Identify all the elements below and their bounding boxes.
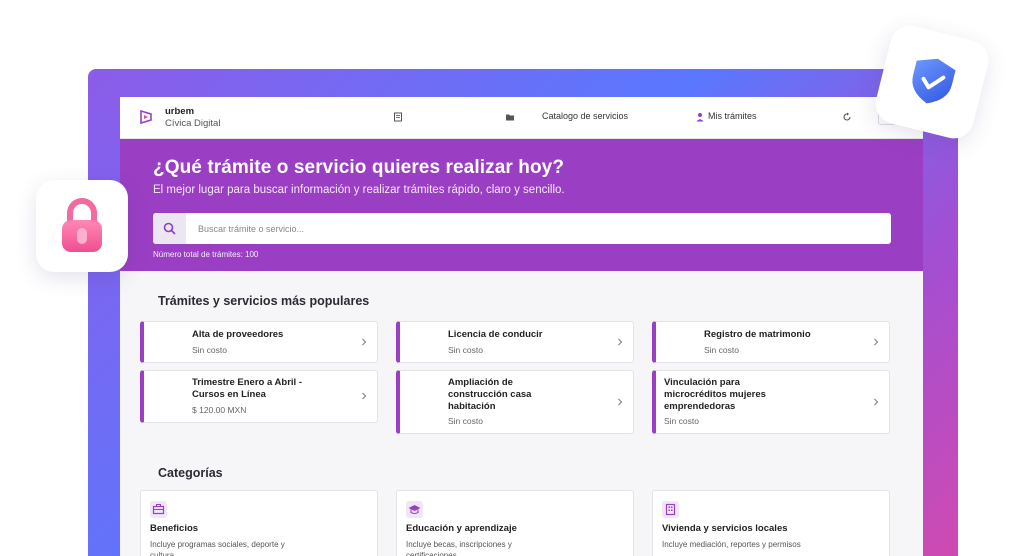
procedure-title: Registro de matrimonio: [704, 329, 811, 340]
search-bar: [153, 213, 891, 244]
lock-badge: [36, 180, 128, 272]
procedure-price: Sin costo: [664, 416, 699, 426]
briefcase-icon: [150, 501, 167, 518]
procedure-card[interactable]: Ampliación de construcción casa habitaci…: [396, 370, 634, 434]
category-title: Vivienda y servicios locales: [662, 523, 788, 534]
user-icon: [696, 113, 704, 122]
brand[interactable]: urbem Cívica Digital: [165, 106, 220, 130]
category-card[interactable]: Educación y aprendizaje Incluye becas, i…: [396, 490, 634, 556]
category-description: Incluye programas sociales, deporte y cu…: [150, 540, 285, 556]
hero-title: ¿Qué trámite o servicio quieres realizar…: [153, 157, 565, 178]
refresh-icon[interactable]: [842, 112, 852, 122]
chevron-right-icon: [618, 338, 623, 346]
popular-section-title: Trámites y servicios más populares: [158, 294, 370, 308]
nav-my-procedures-link[interactable]: Mis trámites: [708, 111, 757, 121]
graduation-cap-icon: [406, 501, 423, 518]
folder-icon[interactable]: [505, 112, 515, 122]
app-window: urbem Cívica Digital Catalogo de servici…: [120, 97, 923, 556]
category-title: Educación y aprendizaje: [406, 523, 517, 534]
total-procedures-count: Número total de trámites: 100: [153, 250, 259, 259]
document-icon[interactable]: [393, 112, 403, 122]
brand-subtitle: Cívica Digital: [165, 118, 221, 129]
lock-icon: [62, 198, 102, 252]
category-card[interactable]: Beneficios Incluye programas sociales, d…: [140, 490, 378, 556]
procedure-card[interactable]: Trimestre Enero a Abril - Cursos en Líne…: [140, 370, 378, 423]
procedure-title: Licencia de conducir: [448, 329, 543, 340]
hero-subtitle: El mejor lugar para buscar información y…: [153, 184, 565, 196]
chevron-right-icon: [362, 392, 367, 400]
search-button[interactable]: [153, 213, 186, 244]
category-card[interactable]: Vivienda y servicios locales Incluye med…: [652, 490, 890, 556]
hero-banner: ¿Qué trámite o servicio quieres realizar…: [120, 139, 923, 271]
chevron-right-icon: [618, 398, 623, 406]
procedure-card[interactable]: Alta de proveedores Sin costo: [140, 321, 378, 363]
marketing-stage: urbem Cívica Digital Catalogo de servici…: [0, 0, 1024, 556]
nav-catalog-link[interactable]: Catalogo de servicios: [542, 111, 628, 121]
procedure-price: Sin costo: [448, 345, 483, 355]
procedure-card[interactable]: Licencia de conducir Sin costo: [396, 321, 634, 363]
procedure-price: Sin costo: [192, 345, 227, 355]
procedure-price: $ 120.00 MXN: [192, 405, 247, 415]
procedure-title: Alta de proveedores: [192, 329, 284, 340]
category-description: Incluye becas, inscripciones y certifica…: [406, 540, 512, 556]
chevron-right-icon: [874, 398, 879, 406]
procedure-title: Trimestre Enero a Abril - Cursos en Líne…: [192, 377, 302, 400]
brand-name: urbem: [165, 106, 195, 117]
categories-section-title: Categorías: [158, 466, 223, 480]
shield-check-icon: [912, 58, 956, 104]
category-description: Incluye mediación, reportes y permisos: [662, 540, 801, 549]
procedure-title: Vinculación para microcréditos mujeres e…: [664, 377, 766, 412]
search-icon: [163, 222, 176, 235]
procedure-card[interactable]: Registro de matrimonio Sin costo: [652, 321, 890, 363]
top-navigation: urbem Cívica Digital Catalogo de servici…: [120, 97, 923, 139]
category-title: Beneficios: [150, 523, 199, 534]
search-input[interactable]: [198, 213, 878, 244]
procedure-price: Sin costo: [704, 345, 739, 355]
procedure-title: Ampliación de construcción casa habitaci…: [448, 377, 532, 412]
procedure-price: Sin costo: [448, 416, 483, 426]
chevron-right-icon: [362, 338, 367, 346]
building-icon: [662, 501, 679, 518]
chevron-right-icon: [874, 338, 879, 346]
urbem-logo-icon[interactable]: [138, 109, 154, 125]
procedure-card[interactable]: Vinculación para microcréditos mujeres e…: [652, 370, 890, 434]
